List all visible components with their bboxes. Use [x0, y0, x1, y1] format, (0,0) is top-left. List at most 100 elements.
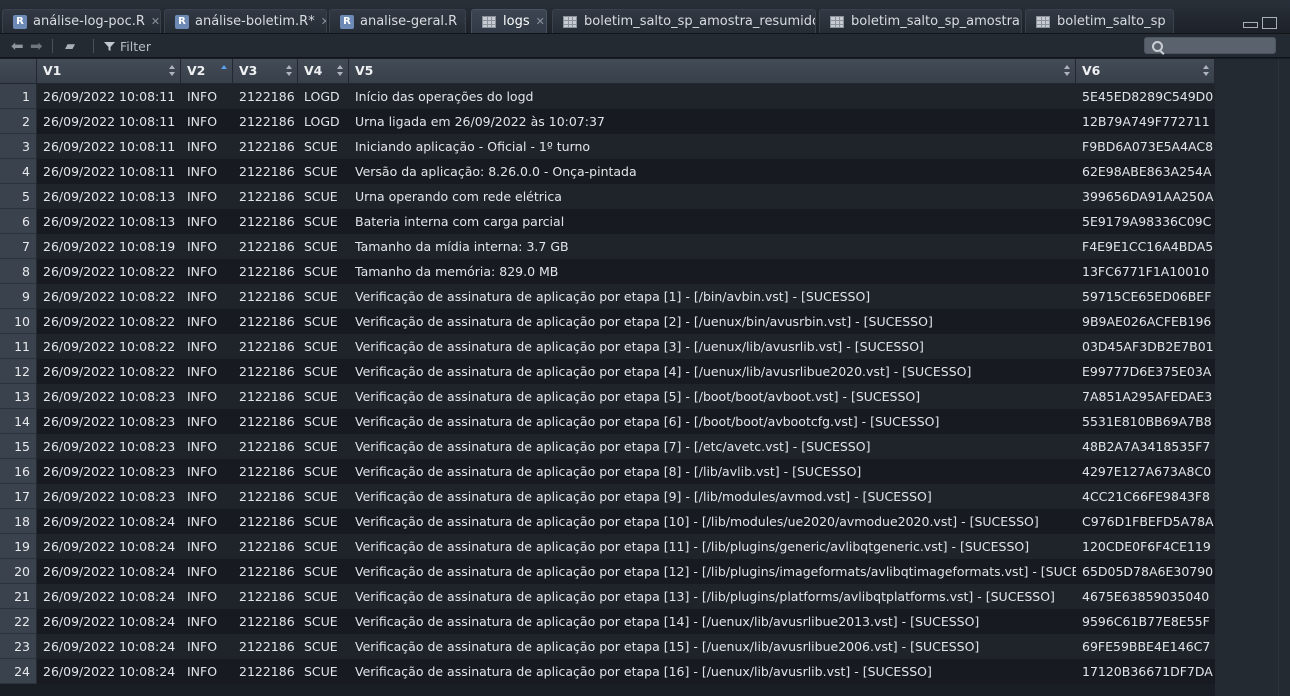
close-tab-icon[interactable]: ✕	[536, 15, 545, 28]
cell-v5: Verificação de assinatura de aplicação p…	[355, 389, 921, 404]
cell-v1: 26/09/2022 10:08:23	[43, 389, 176, 404]
open-in-window-icon[interactable]: ▰	[65, 38, 75, 54]
table-row[interactable]: 13 26/09/2022 10:08:23 INFO 2122186 SCUE Veri…	[0, 384, 1215, 409]
table-row[interactable]: 9 26/09/2022 10:08:22 INFO 2122186 SCUE Verif…	[0, 284, 1215, 309]
cell-v4: SCUE	[304, 189, 338, 204]
cell-v4: SCUE	[304, 464, 338, 479]
column-header-v6[interactable]: V6	[1076, 59, 1215, 84]
cell-v2: INFO	[187, 364, 218, 379]
row-number: 24	[0, 659, 37, 684]
table-row[interactable]: 6 26/09/2022 10:08:13 INFO 2122186 SCUE Bater…	[0, 209, 1215, 234]
table-row[interactable]: 1 26/09/2022 10:08:11 INFO 2122186 LOGD Iníci…	[0, 84, 1215, 109]
cell-v5: Bateria interna com carga parcial	[355, 214, 565, 229]
toolbar-divider	[52, 39, 53, 53]
sort-icon[interactable]	[1064, 64, 1070, 78]
cell-v5: Verificação de assinatura de aplicação p…	[355, 314, 933, 329]
table-row[interactable]: 23 26/09/2022 10:08:24 INFO 2122186 SCUE Veri…	[0, 634, 1215, 659]
back-arrow-icon[interactable]: ⬅	[11, 37, 24, 55]
close-tab-icon[interactable]: ✕	[321, 15, 326, 28]
cell-v5: Verificação de assinatura de aplicação p…	[355, 539, 1030, 554]
cell-v5: Urna ligada em 26/09/2022 às 10:07:37	[355, 114, 605, 129]
table-row[interactable]: 22 26/09/2022 10:08:24 INFO 2122186 SCUE Veri…	[0, 609, 1215, 634]
sort-icon[interactable]	[337, 64, 343, 78]
tab-an-lise-boletim-r[interactable]: Ranálise-boletim.R* ✕	[164, 9, 327, 33]
sort-icon[interactable]	[286, 64, 292, 78]
row-number: 1	[0, 84, 37, 109]
close-tab-icon[interactable]: ✕	[151, 15, 160, 28]
table-row[interactable]: 14 26/09/2022 10:08:23 INFO 2122186 SCUE Veri…	[0, 409, 1215, 434]
cell-v2: INFO	[187, 264, 218, 279]
close-tab-icon[interactable]: ✕	[463, 15, 465, 28]
table-row[interactable]: 18 26/09/2022 10:08:24 INFO 2122186 SCUE Veri…	[0, 509, 1215, 534]
cell-v2: INFO	[187, 139, 218, 154]
maximize-pane-icon[interactable]	[1262, 17, 1277, 29]
column-header-v1[interactable]: V1	[37, 59, 181, 84]
cell-v2: INFO	[187, 514, 218, 529]
editor-tab-bar: Ranálise-log-poc.R✕Ranálise-boletim.R*✕R…	[0, 0, 1290, 34]
cell-v1: 26/09/2022 10:08:22	[43, 264, 176, 279]
table-row[interactable]: 16 26/09/2022 10:08:23 INFO 2122186 SCUE Veri…	[0, 459, 1215, 484]
search-input[interactable]	[1144, 37, 1276, 54]
cell-v3: 2122186	[239, 89, 295, 104]
cell-v6: 4CC21C66FE9843F8	[1082, 489, 1210, 504]
table-row[interactable]: 15 26/09/2022 10:08:23 INFO 2122186 SCUE Veri…	[0, 434, 1215, 459]
tab-boletim-salto-sp-amostra[interactable]: boletim_salto_sp_amostra✕	[819, 9, 1022, 33]
cell-v1: 26/09/2022 10:08:24	[43, 639, 176, 654]
table-row[interactable]: 3 26/09/2022 10:08:11 INFO 2122186 SCUE Inici…	[0, 134, 1215, 159]
table-row[interactable]: 11 26/09/2022 10:08:22 INFO 2122186 SCUE Veri…	[0, 334, 1215, 359]
cell-v1: 26/09/2022 10:08:11	[43, 114, 176, 129]
tab-label: boletim_salto_sp_amostra_resumido	[584, 14, 816, 29]
column-header-v4[interactable]: V4	[298, 59, 349, 84]
table-row[interactable]: 19 26/09/2022 10:08:24 INFO 2122186 SCUE Veri…	[0, 534, 1215, 559]
cell-v4: SCUE	[304, 139, 338, 154]
cell-v6: 399656DA91AA250A	[1082, 189, 1214, 204]
table-row[interactable]: 17 26/09/2022 10:08:23 INFO 2122186 SCUE Veri…	[0, 484, 1215, 509]
column-header-label: V5	[355, 63, 374, 78]
column-header-v5[interactable]: V5	[349, 59, 1076, 84]
filter-button[interactable]: Filter	[104, 38, 151, 54]
close-tab-icon[interactable]: ✕	[1172, 15, 1173, 28]
vertical-scrollbar[interactable]	[1278, 59, 1290, 696]
sort-icon[interactable]	[169, 64, 175, 78]
cell-v4: SCUE	[304, 239, 338, 254]
table-row[interactable]: 21 26/09/2022 10:08:24 INFO 2122186 SCUE Veri…	[0, 584, 1215, 609]
table-row[interactable]: 8 26/09/2022 10:08:22 INFO 2122186 SCUE Taman…	[0, 259, 1215, 284]
column-header-label: V3	[239, 63, 258, 78]
tab-label: analise-geral.R	[360, 14, 458, 29]
data-grid: V1 V2 V3 V4 V5 V6 1 26/09/2022 10:08:11 INFO 212…	[0, 59, 1215, 696]
cell-v6: 9B9AE026ACFEB196	[1082, 314, 1212, 329]
cell-v6: C976D1FBEFD5A78A	[1082, 514, 1214, 529]
sort-ascending-icon[interactable]	[221, 64, 227, 78]
cell-v4: SCUE	[304, 639, 338, 654]
tab-analise-geral-r[interactable]: Ranalise-geral.R ✕	[329, 9, 466, 33]
table-row[interactable]: 10 26/09/2022 10:08:22 INFO 2122186 SCUE Veri…	[0, 309, 1215, 334]
table-row[interactable]: 7 26/09/2022 10:08:19 INFO 2122186 SCUE Taman…	[0, 234, 1215, 259]
tab-an-lise-log-poc-r[interactable]: Ranálise-log-poc.R ✕	[2, 9, 161, 33]
cell-v1: 26/09/2022 10:08:19	[43, 239, 176, 254]
tab-boletim-salto-sp-amostra-resumido[interactable]: boletim_salto_sp_amostra_resumido✕	[552, 9, 816, 33]
tab-boletim-salto-sp[interactable]: boletim_salto_sp ✕	[1025, 9, 1174, 33]
table-row[interactable]: 24 26/09/2022 10:08:24 INFO 2122186 SCUE Veri…	[0, 659, 1215, 684]
table-row[interactable]: 5 26/09/2022 10:08:13 INFO 2122186 SCUE Urna …	[0, 184, 1215, 209]
column-header-v2[interactable]: V2	[181, 59, 233, 84]
table-row[interactable]: 12 26/09/2022 10:08:22 INFO 2122186 SCUE Veri…	[0, 359, 1215, 384]
minimize-pane-icon[interactable]	[1243, 22, 1258, 28]
forward-arrow-icon[interactable]: ➡	[30, 37, 43, 55]
cell-v5: Verificação de assinatura de aplicação p…	[355, 664, 932, 679]
cell-v5: Início das operações do logd	[355, 89, 534, 104]
sort-icon[interactable]	[1203, 64, 1209, 78]
table-row[interactable]: 4 26/09/2022 10:08:11 INFO 2122186 SCUE Versã…	[0, 159, 1215, 184]
row-number: 4	[0, 159, 37, 184]
table-row[interactable]: 20 26/09/2022 10:08:24 INFO 2122186 SCUE Veri…	[0, 559, 1215, 584]
r-script-icon: R	[175, 14, 189, 29]
cell-v1: 26/09/2022 10:08:22	[43, 289, 176, 304]
tab-logs[interactable]: logs ✕	[471, 9, 547, 33]
table-row[interactable]: 2 26/09/2022 10:08:11 INFO 2122186 LOGD Urna …	[0, 109, 1215, 134]
cell-v5: Versão da aplicação: 8.26.0.0 - Onça-pin…	[355, 164, 637, 179]
cell-v5: Tamanho da mídia interna: 3.7 GB	[355, 239, 569, 254]
cell-v4: LOGD	[304, 89, 340, 104]
column-header-v3[interactable]: V3	[233, 59, 298, 84]
cell-v5: Verificação de assinatura de aplicação p…	[355, 564, 1076, 579]
cell-v1: 26/09/2022 10:08:24	[43, 539, 176, 554]
table-icon	[1036, 15, 1050, 28]
